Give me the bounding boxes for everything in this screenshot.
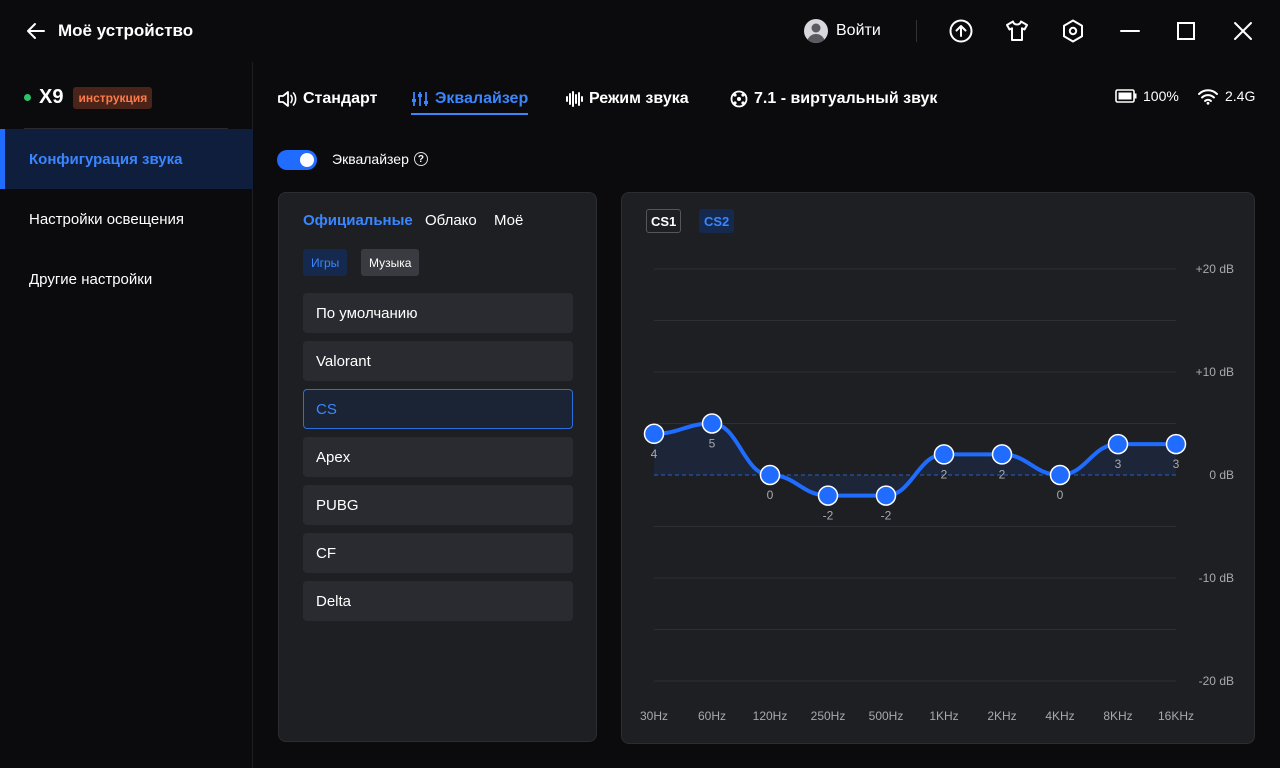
category-music[interactable]: Музыка — [361, 249, 420, 276]
eq-band-handle[interactable] — [701, 413, 723, 434]
eq-chart-panel: +20 dB +10 dB 0 dB -10 dB -20 dB 4 30Hz 5 60Hz 0 1… — [621, 192, 1255, 744]
user-avatar-icon — [804, 19, 828, 43]
x-tick-label: 16KHz — [1158, 709, 1194, 723]
preset-item[interactable]: По умолчанию — [303, 293, 573, 333]
x-tick-label: 30Hz — [640, 709, 668, 723]
main-content: Стандарт Эквалайзер Режим звука 7.1 - ви… — [254, 62, 1280, 768]
tab-label: Стандарт — [303, 90, 378, 107]
cs1-button[interactable]: CS1 — [646, 209, 682, 233]
eq-value-label: 0 — [767, 488, 774, 502]
y-tick-label: -20 dB — [1199, 674, 1234, 688]
preset-panel: Официальные Облако Моё Игры Музыка По ум… — [278, 192, 597, 742]
preset-item[interactable]: Apex — [303, 437, 573, 477]
tab-label: Режим звука — [589, 90, 689, 107]
settings-hexagon-icon[interactable] — [1060, 18, 1086, 44]
equalizer-label: Эквалайзер ? — [332, 151, 428, 167]
sidebar: X9 инструкция Конфигурация звука Настрой… — [0, 62, 253, 768]
sliders-icon — [412, 92, 428, 106]
wireless-mode: 2.4G — [1225, 88, 1256, 104]
x-tick-label: 500Hz — [869, 709, 904, 723]
tab-mine[interactable]: Моё — [494, 212, 523, 229]
login-button[interactable]: Войти — [804, 18, 881, 44]
maximize-icon[interactable] — [1173, 18, 1199, 44]
x-tick-label: 120Hz — [753, 709, 788, 723]
eq-value-label: 4 — [651, 447, 658, 461]
x-tick-label: 1KHz — [929, 709, 958, 723]
tab-label: 7.1 - виртуальный звук — [754, 90, 938, 107]
equalizer-label-text: Эквалайзер — [332, 151, 409, 167]
surround-icon — [730, 90, 748, 108]
tab-cloud[interactable]: Облако — [425, 212, 477, 229]
waveform-icon — [566, 91, 583, 107]
eq-chart[interactable]: +20 dB +10 dB 0 dB -10 dB -20 dB 4 30Hz 5 60Hz 0 1… — [622, 193, 1255, 744]
titlebar-separator — [916, 20, 917, 42]
back-arrow-icon[interactable] — [24, 19, 48, 43]
device-header: X9 инструкция — [24, 86, 153, 109]
preset-item[interactable]: CF — [303, 533, 573, 573]
minimize-icon[interactable] — [1117, 18, 1143, 44]
cs2-button[interactable]: CS2 — [699, 209, 735, 233]
preset-item[interactable]: PUBG — [303, 485, 573, 525]
speaker-icon — [278, 91, 297, 107]
device-name: X9 — [39, 86, 64, 108]
x-tick-label: 60Hz — [698, 709, 726, 723]
eq-value-label: 0 — [1057, 488, 1064, 502]
title-bar: Моё устройство Войти — [0, 0, 1280, 62]
equalizer-toggle[interactable] — [277, 150, 317, 170]
eq-band-handle[interactable] — [1165, 433, 1187, 455]
eq-band-handle[interactable] — [643, 423, 665, 445]
sidebar-item-sound-config[interactable]: Конфигурация звука — [0, 129, 253, 189]
eq-band-handle[interactable] — [759, 464, 781, 486]
tab-label: Эквалайзер — [435, 90, 529, 107]
wifi-icon — [1198, 89, 1218, 105]
eq-band-handle[interactable] — [1107, 433, 1129, 455]
tab-standard[interactable]: Стандарт — [277, 86, 377, 112]
eq-value-label: 2 — [941, 467, 948, 481]
eq-band-handle[interactable] — [1049, 464, 1071, 486]
manual-badge[interactable]: инструкция — [73, 86, 153, 109]
close-icon[interactable] — [1230, 18, 1256, 44]
tab-virtual-surround[interactable]: 7.1 - виртуальный звук — [730, 86, 937, 112]
sidebar-item-other[interactable]: Другие настройки — [0, 249, 253, 309]
x-tick-label: 2KHz — [987, 709, 1016, 723]
y-tick-label: 0 dB — [1209, 468, 1234, 482]
preset-item-selected[interactable]: CS — [303, 389, 573, 429]
tab-equalizer[interactable]: Эквалайзер — [411, 86, 529, 115]
sidebar-item-lighting[interactable]: Настройки освещения — [0, 189, 253, 249]
eq-value-label: 5 — [709, 437, 716, 451]
eq-band-handle[interactable] — [933, 444, 955, 465]
y-tick-label: -10 dB — [1199, 571, 1234, 585]
tshirt-icon[interactable] — [1004, 18, 1030, 44]
eq-band-handle[interactable] — [875, 485, 897, 506]
upload-icon[interactable] — [948, 18, 974, 44]
preset-item[interactable]: Valorant — [303, 341, 573, 381]
y-tick-label: +10 dB — [1196, 365, 1234, 379]
battery-status: 100% — [1115, 86, 1179, 106]
eq-band-handle[interactable] — [817, 485, 839, 506]
help-icon[interactable]: ? — [413, 152, 428, 166]
app-title: Моё устройство — [58, 21, 194, 40]
eq-value-label: 2 — [999, 467, 1006, 481]
x-tick-label: 250Hz — [811, 709, 846, 723]
preset-item[interactable]: Delta — [303, 581, 573, 621]
x-tick-label: 4KHz — [1045, 709, 1074, 723]
wireless-status: 2.4G — [1197, 86, 1255, 106]
connection-status-dot — [24, 94, 31, 101]
tab-sound-mode[interactable]: Режим звука — [565, 86, 689, 112]
eq-band-handle[interactable] — [991, 444, 1013, 465]
eq-value-label: 3 — [1173, 457, 1180, 471]
y-tick-label: +20 dB — [1196, 262, 1234, 276]
battery-level: 100% — [1143, 88, 1179, 104]
tab-official[interactable]: Официальные — [303, 212, 413, 229]
eq-value-label: 3 — [1115, 457, 1122, 471]
eq-value-label: -2 — [881, 509, 892, 523]
login-label: Войти — [836, 22, 881, 39]
eq-value-label: -2 — [823, 509, 834, 523]
x-tick-label: 8KHz — [1103, 709, 1132, 723]
category-games[interactable]: Игры — [303, 249, 348, 276]
battery-icon — [1115, 89, 1137, 103]
